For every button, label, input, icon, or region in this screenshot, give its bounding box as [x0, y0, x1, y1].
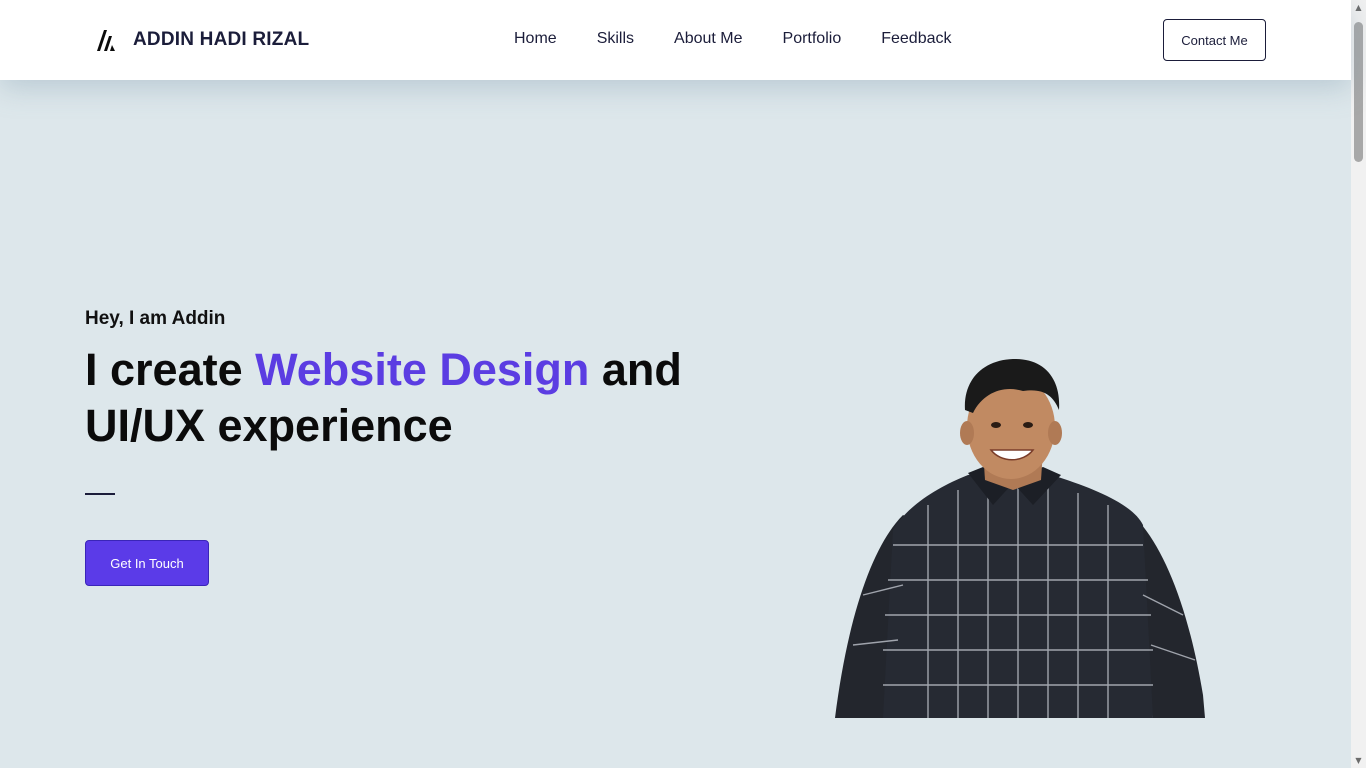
- get-in-touch-button[interactable]: Get In Touch: [85, 540, 209, 586]
- scrollbar[interactable]: ▲ ▼: [1351, 0, 1366, 768]
- nav-about-me[interactable]: About Me: [674, 30, 742, 48]
- page: ADDIN HADI RIZAL Home Skills About Me Po…: [0, 0, 1351, 768]
- nav-feedback[interactable]: Feedback: [881, 30, 951, 48]
- main-nav: Home Skills About Me Portfolio Feedback: [514, 30, 991, 48]
- scroll-up-arrow-icon[interactable]: ▲: [1351, 0, 1366, 15]
- scroll-thumb[interactable]: [1354, 22, 1363, 162]
- nav-portfolio[interactable]: Portfolio: [783, 30, 842, 48]
- navbar: ADDIN HADI RIZAL Home Skills About Me Po…: [0, 0, 1351, 80]
- contact-me-button[interactable]: Contact Me: [1163, 19, 1266, 61]
- logo-icon: [97, 30, 115, 51]
- portrait-image: [835, 358, 1205, 718]
- brand[interactable]: ADDIN HADI RIZAL: [95, 27, 309, 53]
- nav-skills[interactable]: Skills: [597, 30, 634, 48]
- hero-title: I create Website Design and UI/UX experi…: [85, 342, 725, 454]
- hero-greeting: Hey, I am Addin: [85, 308, 226, 329]
- nav-home[interactable]: Home: [514, 30, 557, 48]
- hero-divider: [85, 493, 115, 495]
- hero-title-accent: Website Design: [255, 344, 590, 395]
- brand-name: ADDIN HADI RIZAL: [133, 29, 310, 50]
- hero-title-part1: I create: [85, 344, 256, 395]
- scroll-down-arrow-icon[interactable]: ▼: [1351, 753, 1366, 768]
